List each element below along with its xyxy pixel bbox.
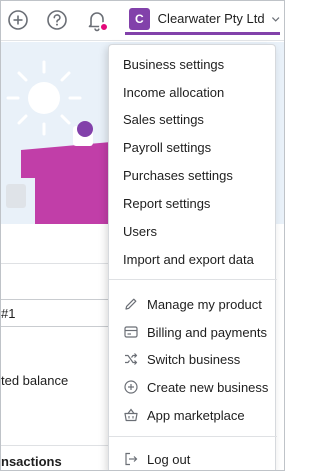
menu-item-label: Log out	[147, 451, 191, 467]
logout-icon	[123, 451, 139, 467]
menu-item-report-settings[interactable]: Report settings	[109, 190, 277, 216]
content-divider-2	[1, 445, 111, 446]
basket-icon	[123, 407, 139, 423]
pencil-icon	[123, 296, 139, 312]
reference-field[interactable]: #1	[1, 299, 113, 327]
menu-item-import-export[interactable]: Import and export data	[109, 246, 277, 272]
add-circle-icon	[123, 379, 139, 395]
menu-item-business-settings[interactable]: Business settings	[109, 51, 277, 77]
notification-badge	[99, 22, 109, 32]
top-bar: C Clearwater Pty Ltd	[1, 1, 284, 41]
menu-item-billing[interactable]: Billing and payments	[109, 319, 277, 345]
menu-item-label: Switch business	[147, 351, 241, 367]
reference-field-value: #1	[1, 306, 16, 321]
menu-item-switch-business[interactable]: Switch business	[109, 346, 277, 372]
menu-separator	[109, 279, 277, 280]
menu-item-app-marketplace[interactable]: App marketplace	[109, 402, 277, 428]
menu-item-label: Manage my product	[147, 296, 262, 312]
business-name: Clearwater Pty Ltd	[157, 11, 265, 26]
menu-item-payroll-settings[interactable]: Payroll settings	[109, 134, 277, 160]
add-icon[interactable]	[6, 8, 30, 32]
billing-icon	[123, 324, 139, 340]
business-switcher[interactable]: C Clearwater Pty Ltd	[125, 5, 280, 35]
shuffle-icon	[123, 351, 139, 367]
menu-item-sales-settings[interactable]: Sales settings	[109, 106, 277, 132]
business-avatar: C	[129, 7, 150, 30]
balance-label: ted balance	[1, 373, 69, 388]
menu-item-create-business[interactable]: Create new business	[109, 374, 277, 400]
chevron-down-icon	[271, 16, 280, 22]
business-menu: Business settings Income allocation Sale…	[108, 44, 277, 470]
menu-item-label: Billing and payments	[147, 324, 267, 340]
app-frame: #1 ted balance nsactions C Clearwater Pt…	[0, 0, 285, 471]
transactions-heading: nsactions	[1, 454, 62, 469]
help-icon[interactable]	[45, 8, 69, 32]
menu-item-purchases-settings[interactable]: Purchases settings	[109, 162, 277, 188]
menu-item-label: App marketplace	[147, 407, 245, 423]
content-divider	[1, 263, 111, 264]
menu-item-income-allocation[interactable]: Income allocation	[109, 79, 277, 105]
menu-item-users[interactable]: Users	[109, 218, 277, 244]
menu-item-log-out[interactable]: Log out	[109, 446, 277, 470]
menu-separator	[109, 436, 277, 437]
menu-item-manage-product[interactable]: Manage my product	[109, 291, 277, 317]
menu-item-label: Create new business	[147, 379, 269, 395]
